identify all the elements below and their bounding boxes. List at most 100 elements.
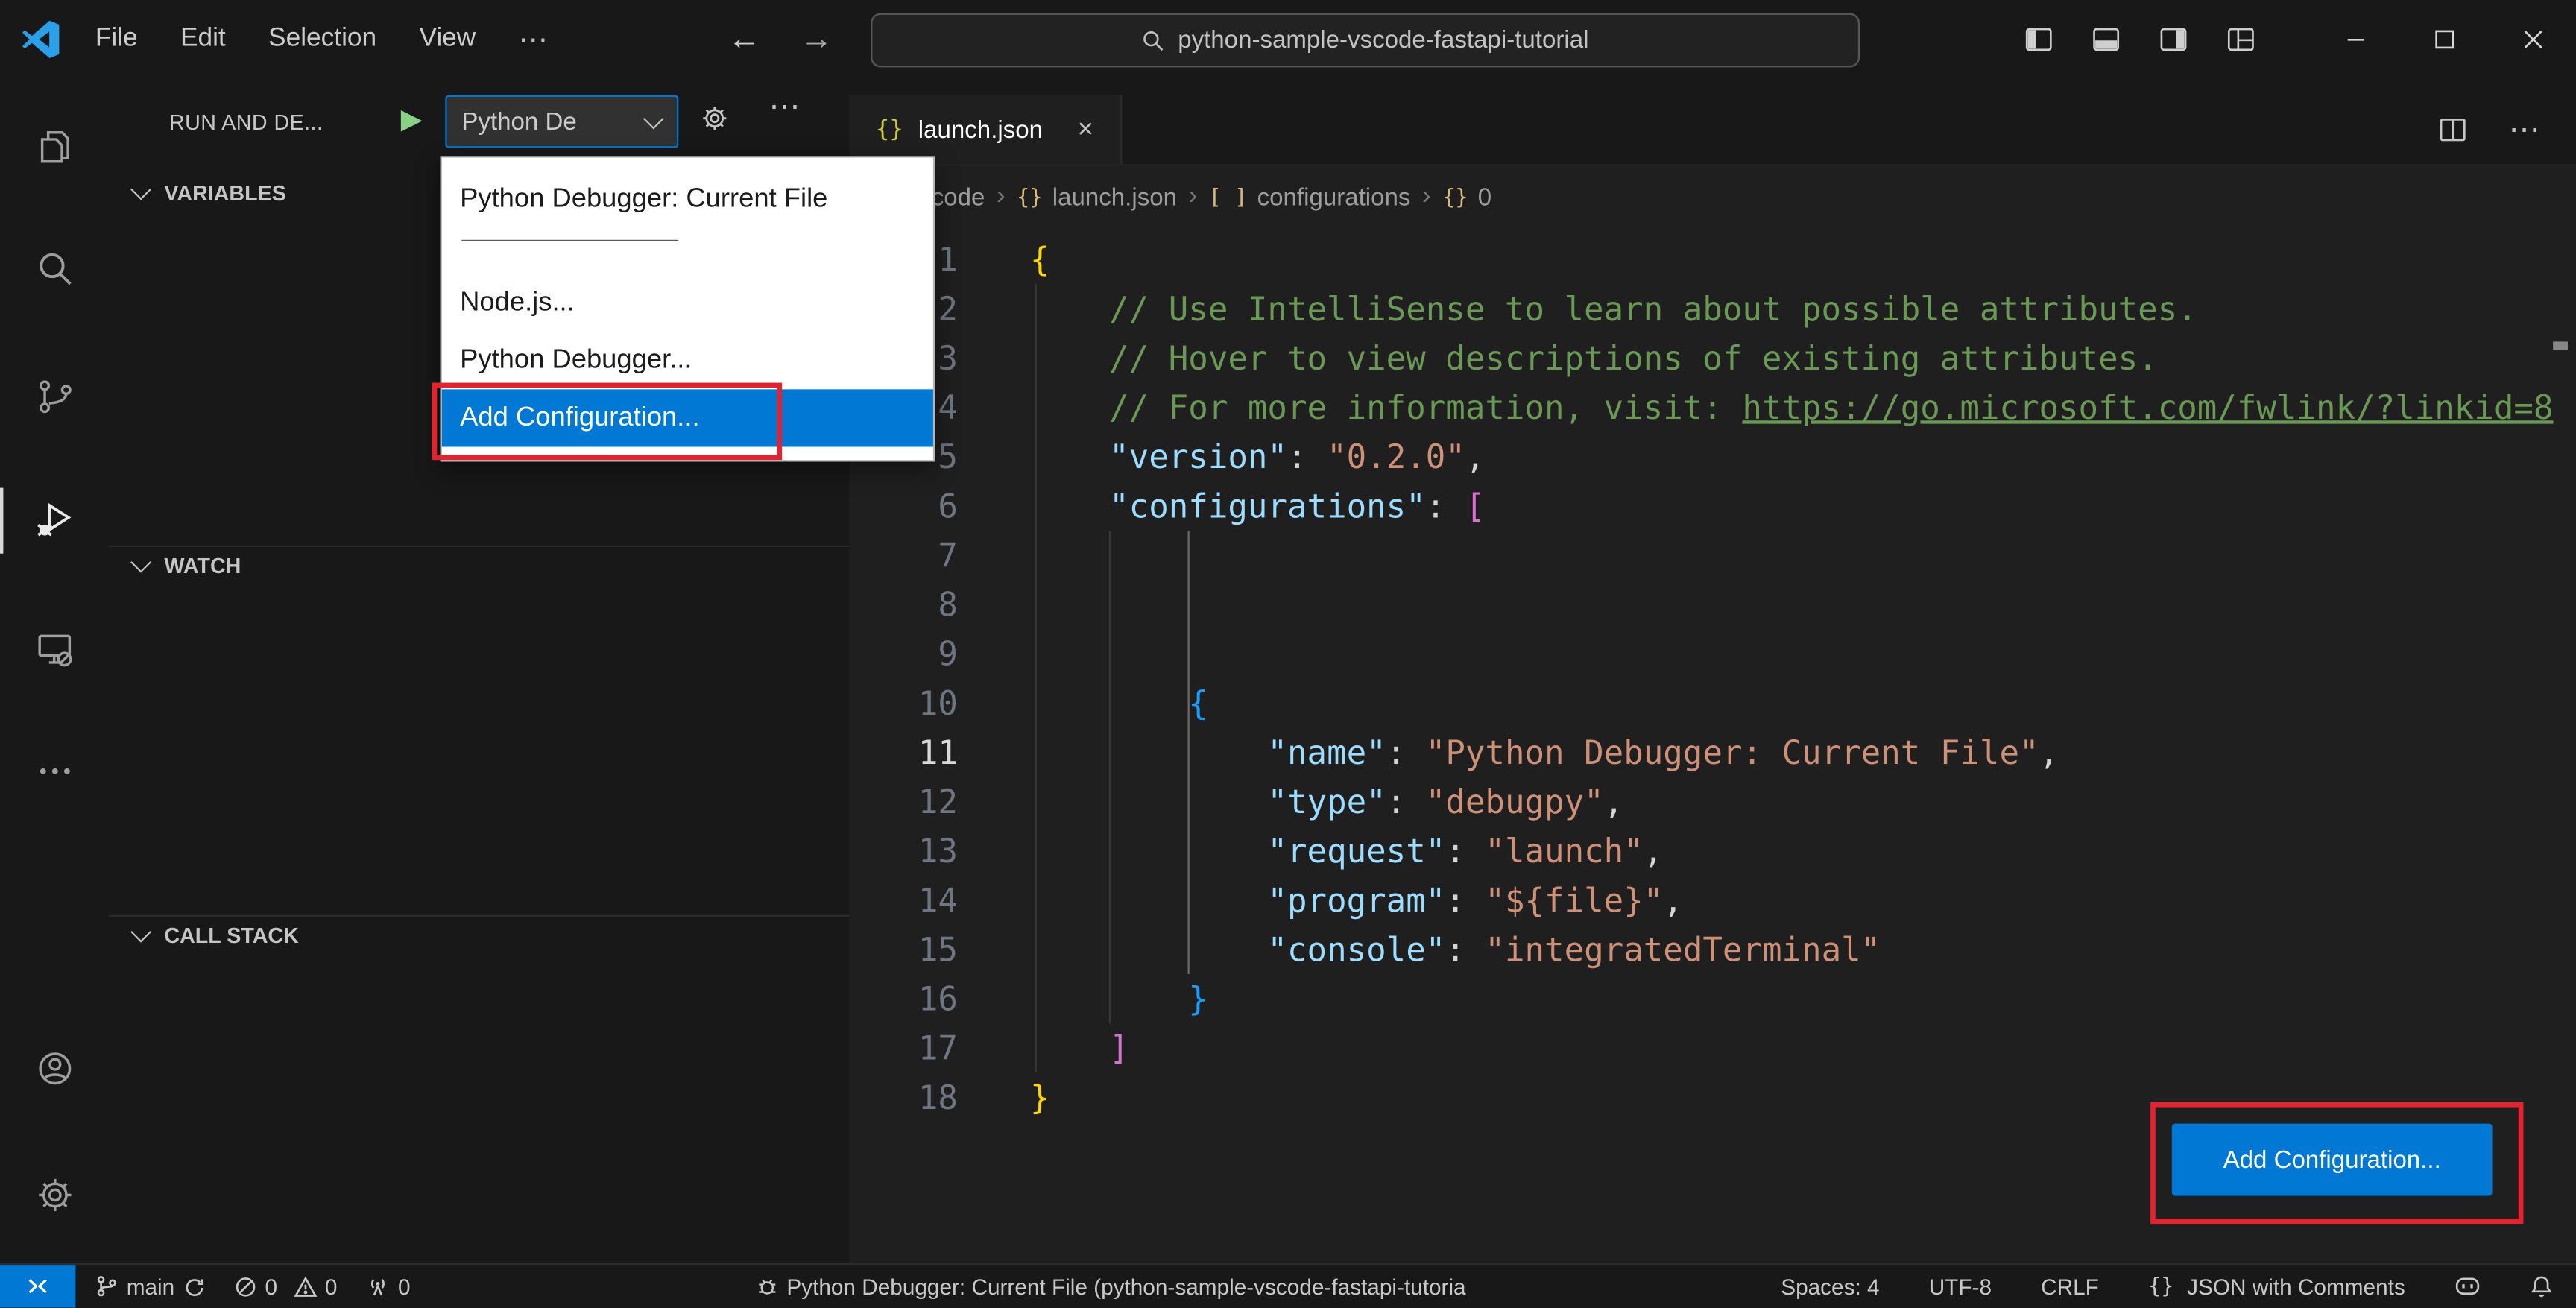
debug-configuration-select[interactable]: Python De <box>445 95 679 148</box>
line-number[interactable]: 14 <box>850 876 958 925</box>
code-line[interactable]: 4 // For more information, visit: https:… <box>850 383 2576 432</box>
breadcrumb-item[interactable]: [ ] configurations <box>1209 183 1411 211</box>
activity-bar <box>0 78 110 1266</box>
section-watch[interactable]: WATCH <box>130 552 241 578</box>
breadcrumb-item[interactable]: {} 0 <box>1442 183 1491 211</box>
eol-item[interactable]: CRLF <box>2041 1274 2099 1298</box>
code-text: // Hover to view descriptions of existin… <box>1029 338 2158 378</box>
remote-explorer-icon[interactable] <box>0 606 108 692</box>
vscode-window: File Edit Selection View ⋯ ← → python-sa… <box>0 0 2576 1308</box>
split-editor-icon[interactable] <box>2437 113 2469 146</box>
code-line[interactable]: 3 // Hover to view descriptions of exist… <box>850 333 2576 382</box>
menu-selection[interactable]: Selection <box>247 0 397 79</box>
debug-status-item[interactable]: Python Debugger: Current File (python-sa… <box>755 1274 1466 1298</box>
chevron-down-icon <box>130 921 152 943</box>
code-text: } <box>1188 979 1208 1019</box>
explorer-icon[interactable] <box>0 104 108 189</box>
code-line[interactable]: 1{ <box>850 235 2576 284</box>
maximize-button[interactable] <box>2402 0 2487 79</box>
accounts-icon[interactable] <box>0 1025 108 1110</box>
copilot-icon[interactable] <box>2455 1274 2481 1298</box>
menu-more-icon[interactable]: ⋯ <box>497 0 569 79</box>
forward-arrow-icon[interactable]: → <box>795 0 838 79</box>
toggle-secondary-sidebar-icon[interactable] <box>2139 0 2206 79</box>
code-line[interactable]: 17 ] <box>850 1023 2576 1072</box>
radio-tower-icon <box>371 1279 385 1296</box>
ports-item[interactable]: 0 <box>367 1274 411 1299</box>
annotation-rectangle-dropdown <box>432 382 783 461</box>
ports-count: 0 <box>398 1274 411 1299</box>
line-number[interactable]: 9 <box>850 629 958 678</box>
problems-item[interactable]: 0 0 <box>236 1274 337 1299</box>
line-number[interactable]: 18 <box>850 1072 958 1122</box>
toggle-primary-sidebar-icon[interactable] <box>2004 0 2071 79</box>
scrollbar-mark[interactable] <box>2553 341 2568 350</box>
run-and-debug-icon[interactable] <box>0 478 108 563</box>
language-item[interactable]: {} JSON with Comments <box>2148 1274 2405 1298</box>
menu-view[interactable]: View <box>398 0 497 79</box>
code-text: ] <box>1109 1028 1129 1068</box>
indentation-item[interactable]: Spaces: 4 <box>1781 1274 1879 1298</box>
close-tab-icon[interactable]: × <box>1077 113 1093 146</box>
breadcrumb-item[interactable]: {} launch.json <box>1017 183 1177 211</box>
tab-bar: {} launch.json × ⋯ <box>849 78 2576 166</box>
branch-item[interactable]: main <box>95 1274 206 1298</box>
status-bar: main 0 0 0 Python Debugger: Current File… <box>0 1263 2576 1308</box>
breadcrumb-chevron-icon: › <box>1188 182 1198 211</box>
line-number[interactable]: 17 <box>850 1023 958 1072</box>
line-number[interactable]: 11 <box>850 727 958 777</box>
customize-layout-icon[interactable] <box>2206 0 2273 79</box>
active-indent-guide <box>1187 530 1190 975</box>
breadcrumb-item[interactable]: code <box>932 183 985 211</box>
line-number[interactable]: 15 <box>850 925 958 974</box>
code-line[interactable]: 6 "configurations": [ <box>850 481 2576 531</box>
settings-gear-icon[interactable] <box>0 1151 108 1237</box>
dropdown-item[interactable]: Node.js... <box>442 274 933 332</box>
source-control-icon[interactable] <box>0 353 108 439</box>
code-text: "configurations": [ <box>1109 486 1486 526</box>
debug-icon <box>758 1279 775 1295</box>
error-count: 0 <box>265 1274 278 1299</box>
toggle-panel-icon[interactable] <box>2071 0 2138 79</box>
remote-indicator[interactable] <box>0 1265 76 1308</box>
breadcrumb-chevron-icon: › <box>996 182 1006 211</box>
line-number[interactable]: 16 <box>850 974 958 1023</box>
encoding-item[interactable]: UTF-8 <box>1929 1274 1992 1298</box>
code-line[interactable]: 2 // Use IntelliSense to learn about pos… <box>850 284 2576 333</box>
line-number[interactable]: 12 <box>850 777 958 827</box>
menu-file[interactable]: File <box>74 0 159 79</box>
more-views-icon[interactable] <box>0 727 108 813</box>
minimize-button[interactable] <box>2313 0 2399 79</box>
warnings-icon <box>294 1275 317 1296</box>
line-number[interactable]: 6 <box>850 481 958 531</box>
search-icon[interactable] <box>0 225 108 311</box>
line-number[interactable]: 13 <box>850 827 958 876</box>
line-number[interactable]: 7 <box>850 531 958 580</box>
start-debugging-icon[interactable]: ▶ <box>401 104 423 136</box>
section-variables[interactable]: VARIABLES <box>130 179 286 206</box>
code-text: { <box>1188 683 1208 723</box>
indent-guide <box>1035 284 1037 1073</box>
sidebar-more-actions-icon[interactable]: ⋯ <box>769 89 801 127</box>
line-number[interactable]: 8 <box>850 580 958 629</box>
back-arrow-icon[interactable]: ← <box>723 0 765 79</box>
search-icon <box>1142 29 1165 52</box>
close-window-button[interactable] <box>2490 0 2576 79</box>
notifications-bell-icon[interactable] <box>2530 1274 2553 1298</box>
command-center-search[interactable]: python-sample-vscode-fastapi-tutorial <box>871 13 1860 68</box>
editor-more-actions-icon[interactable]: ⋯ <box>2509 111 2540 149</box>
dropdown-separator <box>461 239 679 241</box>
annotation-rectangle-button <box>2150 1102 2524 1225</box>
vscode-logo-icon <box>22 19 61 59</box>
tab-launch-json[interactable]: {} launch.json × <box>849 95 1122 165</box>
dropdown-item[interactable]: Python Debugger... <box>442 332 933 389</box>
section-call-stack[interactable]: CALL STACK <box>130 921 299 948</box>
section-divider <box>108 545 850 547</box>
dropdown-item[interactable]: Python Debugger: Current File <box>442 168 933 230</box>
code-line[interactable]: 5 "version": "0.2.0", <box>850 432 2576 481</box>
line-number[interactable]: 10 <box>850 678 958 727</box>
configure-gear-icon[interactable] <box>700 104 730 133</box>
menu-edit[interactable]: Edit <box>159 0 247 79</box>
code-text: "name": "Python Debugger: Current File", <box>1267 733 2059 772</box>
code-text: "request": "launch", <box>1267 831 1664 871</box>
